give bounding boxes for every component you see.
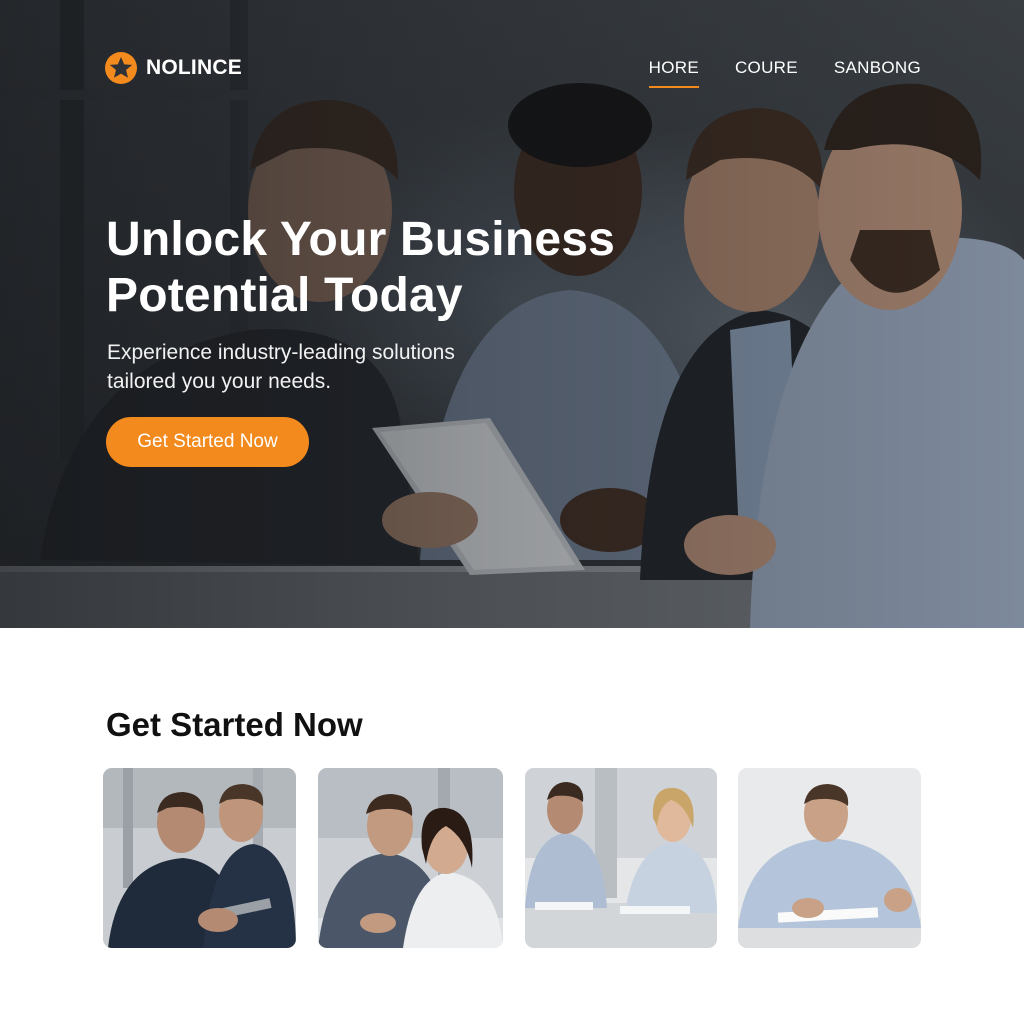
- section-title: Get Started Now: [106, 706, 363, 743]
- hero-subtitle-line-2: tailored you your needs.: [107, 370, 332, 393]
- hero-title: Unlock Your Business Potential Today: [106, 212, 706, 324]
- photo-card-1[interactable]: [103, 768, 296, 948]
- nav-item-hore[interactable]: HORE: [648, 58, 700, 88]
- photo-card-3[interactable]: [525, 768, 717, 948]
- main-nav: HORE COURE SANBONG: [648, 58, 921, 88]
- hero-subtitle: Experience industry-leading solutions ta…: [107, 338, 547, 396]
- photo-card-4[interactable]: [738, 768, 921, 948]
- nav-item-sanbong[interactable]: SANBONG: [834, 58, 921, 88]
- card-photo-man-and-woman: [318, 768, 503, 948]
- brand[interactable]: NOLINCE: [104, 51, 242, 85]
- hero-subtitle-line-1: Experience industry-leading solutions: [107, 341, 455, 364]
- hero-title-line-2: Potential Today: [106, 269, 463, 322]
- brand-name: NOLINCE: [146, 56, 242, 79]
- hero-title-line-1: Unlock Your Business: [106, 213, 616, 266]
- get-started-button[interactable]: Get Started Now: [106, 417, 309, 467]
- photo-card-2[interactable]: [318, 768, 503, 948]
- card-photo-man-writing: [738, 768, 921, 948]
- nav-item-coure[interactable]: COURE: [735, 58, 798, 88]
- star-badge-icon: [105, 52, 137, 84]
- card-photo-two-men: [103, 768, 296, 948]
- hero-banner: NOLINCE HORE COURE SANBONG Unlock Your B…: [0, 0, 1024, 628]
- card-photo-meeting-table: [525, 768, 717, 948]
